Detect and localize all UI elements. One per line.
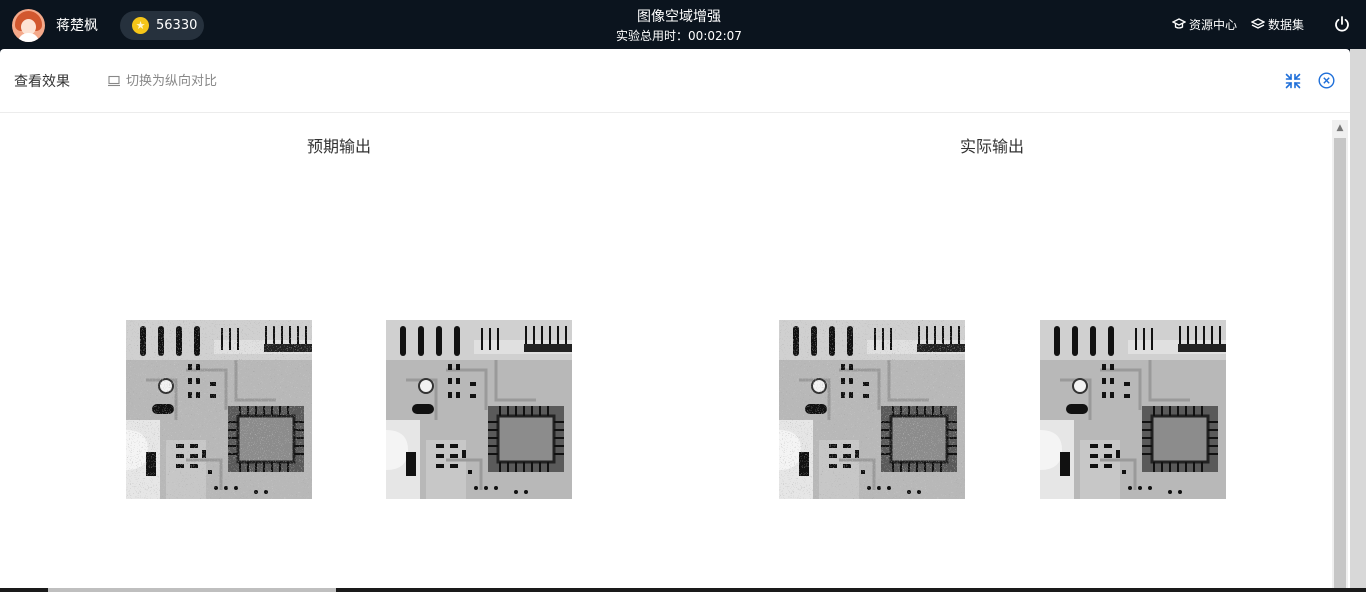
vertical-scrollbar[interactable]: ▲	[1332, 120, 1348, 592]
expected-input-image	[126, 320, 312, 499]
resources-center-label: 资源中心	[1189, 18, 1238, 32]
layers-icon	[1250, 18, 1266, 29]
experiment-timer: 实验总用时：00:02:07	[616, 29, 742, 43]
toggle-vertical-compare-button[interactable]: 切换为纵向对比	[107, 74, 217, 90]
actual-output-title: 实际输出	[960, 137, 1025, 156]
scrollbar-thumb[interactable]	[1334, 138, 1346, 592]
view-results-panel: 查看效果 切换为纵向对比 预期输出 实际输出 ▲	[0, 49, 1350, 592]
toggle-compare-label: 切换为纵向对比	[126, 74, 218, 89]
scroll-up-arrow-icon[interactable]: ▲	[1332, 120, 1348, 136]
layout-toggle-icon	[108, 75, 120, 87]
window-edge	[1350, 49, 1366, 592]
panel-title: 查看效果	[14, 74, 70, 90]
resources-center-link[interactable]: 资源中心	[1171, 17, 1238, 33]
expected-output-title: 预期输出	[307, 137, 372, 156]
page-title: 图像空域增强	[637, 9, 721, 25]
collapse-icon[interactable]	[1285, 73, 1301, 89]
actual-output-image	[1040, 320, 1226, 499]
panel-header: 查看效果 切换为纵向对比	[0, 49, 1350, 113]
actual-input-image	[779, 320, 965, 499]
expected-output-image	[386, 320, 572, 499]
graduation-cap-icon	[1171, 18, 1187, 29]
datasets-link[interactable]: 数据集	[1250, 17, 1305, 33]
top-bar: 蒋楚枫 ★ 56330 图像空域增强 实验总用时：00:02:07 资源中心 数…	[0, 0, 1366, 49]
bottom-edge	[0, 588, 1366, 592]
close-circle-icon[interactable]	[1318, 72, 1335, 89]
power-icon[interactable]	[1334, 16, 1350, 32]
datasets-label: 数据集	[1268, 18, 1305, 32]
